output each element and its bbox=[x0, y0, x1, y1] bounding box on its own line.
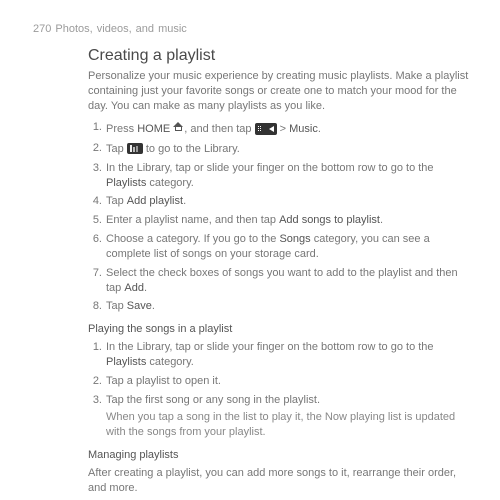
running-header: 270 Photos, videos, and music bbox=[30, 22, 470, 45]
subsection-title-managing: Managing playlists bbox=[88, 448, 470, 463]
create-playlist-steps: 1. Press HOME , and then tap > Music. 2.… bbox=[88, 120, 470, 314]
managing-intro: After creating a playlist, you can add m… bbox=[88, 466, 470, 496]
step: 3. In the Library, tap or slide your fin… bbox=[88, 161, 470, 191]
step-number: 2. bbox=[88, 374, 102, 389]
step: 2. Tap to go to the Library. bbox=[88, 141, 470, 157]
step-text: Tap a playlist to open it. bbox=[106, 375, 221, 387]
step-number: 8. bbox=[88, 299, 102, 314]
apps-icon bbox=[255, 123, 277, 135]
step-number: 3. bbox=[88, 161, 102, 176]
step-text: Tap the first song or any song in the pl… bbox=[106, 394, 320, 406]
page: 270 Photos, videos, and music Creating a… bbox=[0, 0, 500, 500]
step-number: 3. bbox=[88, 393, 102, 408]
step-text: Tap to go to the Library. bbox=[106, 143, 240, 155]
intro-paragraph: Personalize your music experience by cre… bbox=[88, 69, 470, 114]
step: 5. Enter a playlist name, and then tap A… bbox=[88, 213, 470, 228]
step: 1. In the Library, tap or slide your fin… bbox=[88, 340, 470, 370]
step-text: Choose a category. If you go to the Song… bbox=[106, 233, 430, 260]
step: 3. Tap the first song or any song in the… bbox=[88, 393, 470, 441]
step-text: Enter a playlist name, and then tap Add … bbox=[106, 214, 383, 226]
step-number: 1. bbox=[88, 120, 102, 135]
step-number: 4. bbox=[88, 194, 102, 209]
playing-steps: 1. In the Library, tap or slide your fin… bbox=[88, 340, 470, 440]
section-title: Creating a playlist bbox=[88, 45, 470, 67]
subsection-title-playing: Playing the songs in a playlist bbox=[88, 322, 470, 337]
step-number: 1. bbox=[88, 340, 102, 355]
step: 2. Tap a playlist to open it. bbox=[88, 374, 470, 389]
step-text: In the Library, tap or slide your finger… bbox=[106, 341, 434, 368]
step-number: 2. bbox=[88, 141, 102, 156]
step-text: Select the check boxes of songs you want… bbox=[106, 267, 458, 294]
step: 7. Select the check boxes of songs you w… bbox=[88, 266, 470, 296]
step-note: When you tap a song in the list to play … bbox=[106, 410, 470, 440]
step: 8. Tap Save. bbox=[88, 299, 470, 314]
content: Creating a playlist Personalize your mus… bbox=[30, 45, 470, 500]
step: 1. Press HOME , and then tap > Music. bbox=[88, 120, 470, 137]
library-icon bbox=[127, 143, 143, 154]
step-number: 5. bbox=[88, 213, 102, 228]
step: 4. Tap Add playlist. bbox=[88, 194, 470, 209]
step-text: In the Library, tap or slide your finger… bbox=[106, 162, 434, 189]
home-icon bbox=[173, 122, 184, 132]
step-text: Tap Add playlist. bbox=[106, 195, 186, 207]
step-number: 6. bbox=[88, 232, 102, 247]
step: 6. Choose a category. If you go to the S… bbox=[88, 232, 470, 262]
step-text: Press HOME , and then tap > Music. bbox=[106, 123, 321, 135]
step-number: 7. bbox=[88, 266, 102, 281]
step-text: Tap Save. bbox=[106, 300, 155, 312]
